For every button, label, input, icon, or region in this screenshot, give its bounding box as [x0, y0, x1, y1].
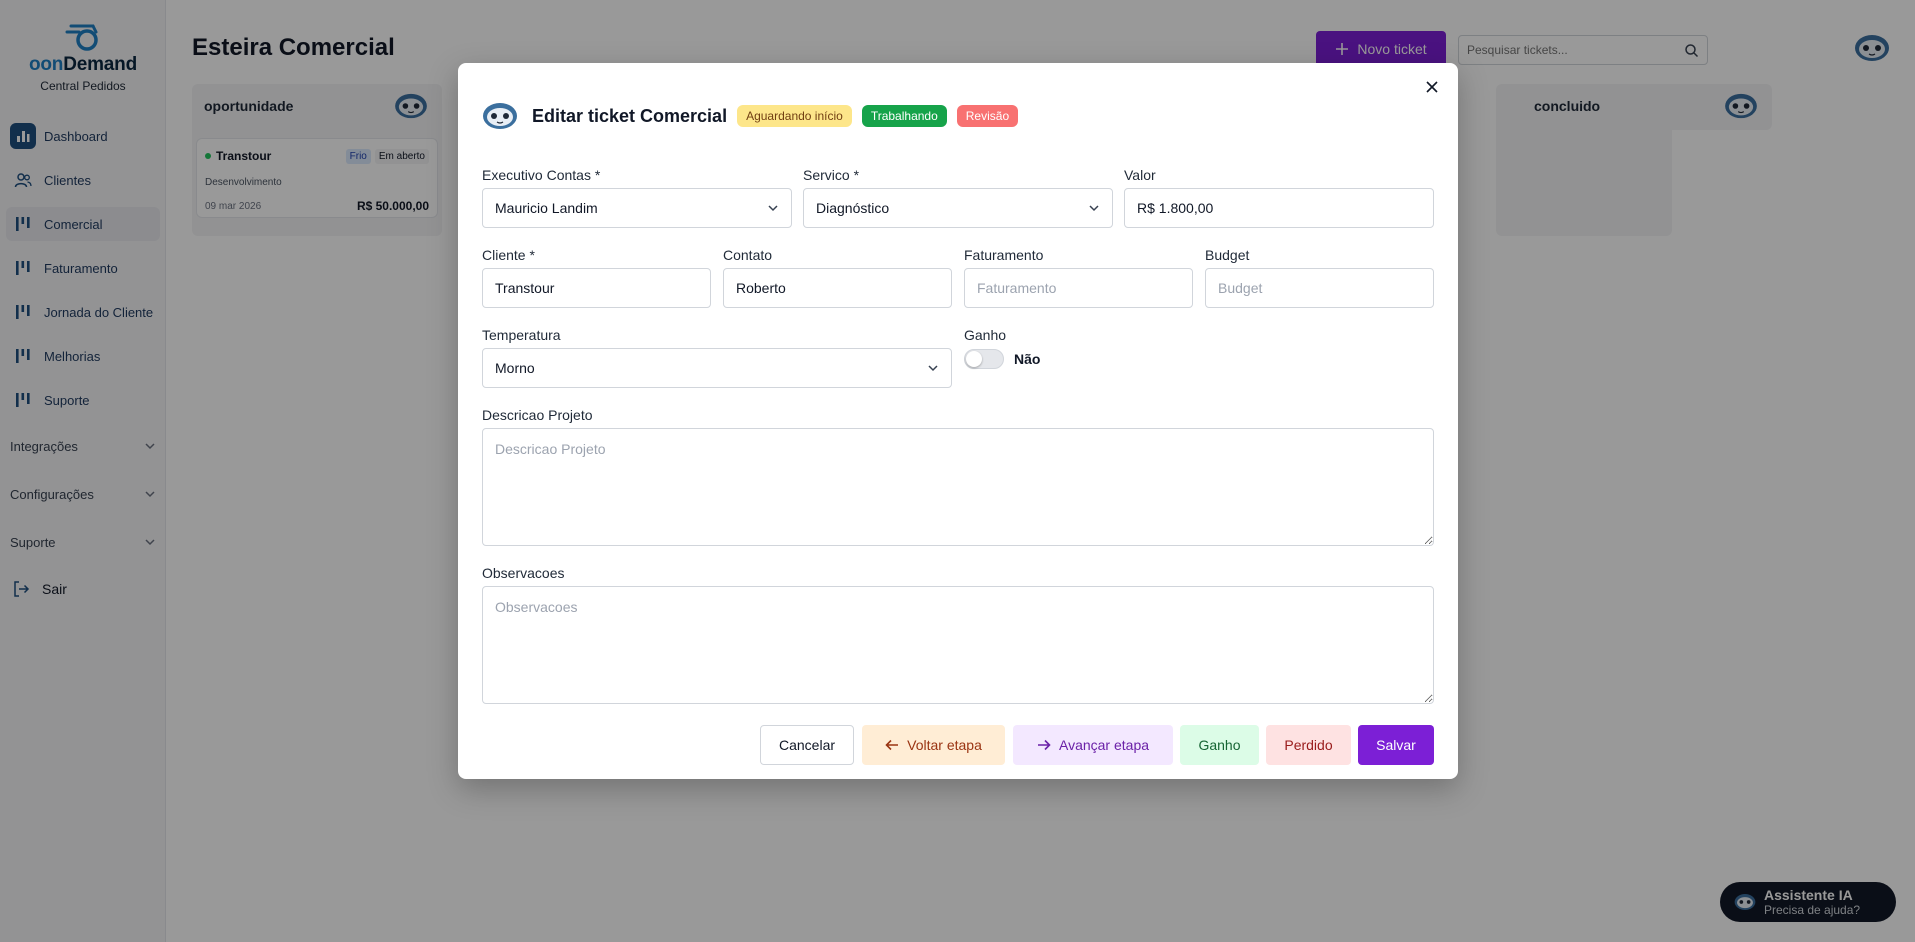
ganho-toggle-label: Não — [1014, 351, 1041, 367]
field-cliente: Cliente * — [482, 246, 711, 308]
field-valor: Valor — [1124, 166, 1434, 228]
toggle-knob — [966, 351, 982, 367]
modal-title: Editar ticket Comercial — [532, 105, 728, 126]
cliente-input[interactable] — [482, 268, 711, 308]
lost-button[interactable]: Perdido — [1266, 725, 1351, 765]
cancel-label: Cancelar — [778, 737, 836, 753]
chevron-down-icon — [768, 205, 778, 212]
field-label: Temperatura — [482, 327, 561, 343]
status-pill-review[interactable]: Revisão — [956, 105, 1019, 127]
lost-label: Perdido — [1284, 737, 1333, 753]
field-ganho: Ganho Não — [964, 326, 1193, 370]
executivo-select[interactable]: Mauricio Landim — [482, 188, 792, 228]
save-button[interactable]: Salvar — [1358, 725, 1434, 765]
valor-input[interactable] — [1124, 188, 1434, 228]
ganho-toggle[interactable] — [964, 349, 1004, 369]
budget-input[interactable] — [1205, 268, 1434, 308]
descricao-textarea[interactable] — [482, 428, 1434, 546]
back-stage-button[interactable]: Voltar etapa — [862, 725, 1005, 765]
contato-input[interactable] — [723, 268, 952, 308]
field-temperatura: Temperatura Morno — [482, 326, 952, 388]
field-label: Ganho — [964, 327, 1007, 343]
observacoes-textarea[interactable] — [482, 586, 1434, 704]
won-label: Ganho — [1198, 737, 1241, 753]
chevron-down-icon — [1089, 205, 1099, 212]
field-budget: Budget — [1205, 246, 1434, 308]
save-label: Salvar — [1376, 737, 1416, 753]
field-label: Cliente * — [482, 247, 535, 263]
field-label: Faturamento — [964, 247, 1044, 263]
cancel-button[interactable]: Cancelar — [760, 725, 854, 765]
mascot-icon — [483, 103, 517, 129]
arrow-left-icon — [885, 739, 899, 751]
faturamento-input[interactable] — [964, 268, 1193, 308]
field-label: Servico * — [803, 167, 860, 183]
back-stage-label: Voltar etapa — [907, 737, 982, 753]
status-pill-working[interactable]: Trabalhando — [861, 105, 947, 127]
field-label: Budget — [1205, 247, 1250, 263]
field-label: Contato — [723, 247, 773, 263]
select-value: Diagnóstico — [816, 200, 890, 216]
field-observacoes: Observacoes — [482, 564, 1434, 704]
edit-ticket-modal: Editar ticket Comercial Aguardando iníci… — [458, 63, 1458, 779]
field-executivo: Executivo Contas * Mauricio Landim — [482, 166, 792, 228]
field-servico: Servico * Diagnóstico — [803, 166, 1113, 228]
won-button[interactable]: Ganho — [1180, 725, 1259, 765]
field-label: Valor — [1124, 167, 1156, 183]
field-label: Descricao Projeto — [482, 407, 593, 423]
field-contato: Contato — [723, 246, 952, 308]
advance-stage-button[interactable]: Avançar etapa — [1013, 725, 1173, 765]
close-button[interactable] — [1422, 77, 1442, 97]
temperatura-select[interactable]: Morno — [482, 348, 952, 388]
field-faturamento: Faturamento — [964, 246, 1193, 308]
modal-header: Editar ticket Comercial Aguardando iníci… — [482, 101, 1019, 131]
field-label: Observacoes — [482, 565, 565, 581]
field-descricao: Descricao Projeto — [482, 406, 1434, 546]
select-value: Morno — [495, 360, 535, 376]
select-value: Mauricio Landim — [495, 200, 598, 216]
arrow-right-icon — [1037, 739, 1051, 751]
chevron-down-icon — [928, 365, 938, 372]
advance-stage-label: Avançar etapa — [1058, 737, 1150, 753]
field-label: Executivo Contas * — [482, 167, 601, 183]
status-pill-waiting[interactable]: Aguardando início — [737, 105, 852, 127]
close-icon — [1426, 81, 1438, 93]
servico-select[interactable]: Diagnóstico — [803, 188, 1113, 228]
